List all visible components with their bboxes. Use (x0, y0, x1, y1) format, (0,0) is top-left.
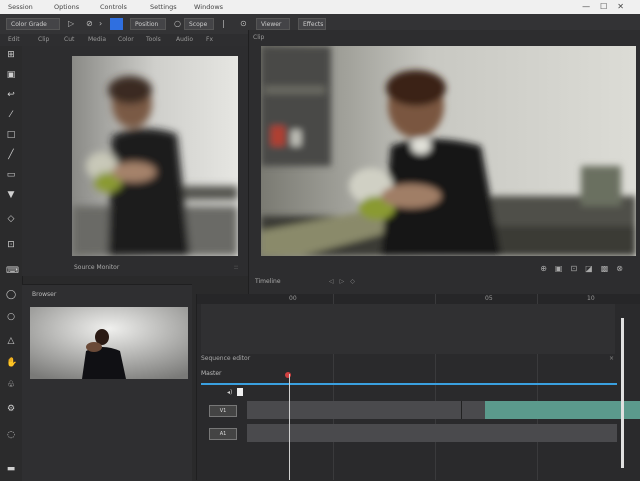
menu-controls[interactable]: Controls (100, 3, 127, 11)
source-frame-image (72, 56, 238, 256)
program-viewer-header: Clip (253, 34, 265, 41)
media-thumbnail[interactable] (30, 307, 188, 379)
pen-tool-icon[interactable]: ⁄ (6, 110, 16, 120)
viewer-button[interactable]: Viewer (256, 18, 290, 30)
sub-toolbar: Edit Clip Cut Media Color Tools Audio Fx (0, 34, 248, 46)
scope-button[interactable]: Scope (184, 18, 214, 30)
crop-tool-icon[interactable]: ▣ (6, 70, 16, 80)
program-controls: ◁▷◇ (329, 278, 361, 285)
ruler-tick: 05 (485, 295, 493, 302)
thumbnail-image (30, 307, 188, 379)
export-tool-icon[interactable]: ▬ (6, 464, 16, 474)
sequence-name: Master (201, 370, 222, 377)
subbar-item[interactable]: Media (88, 36, 106, 43)
audio-icon[interactable]: ◂) (227, 389, 232, 396)
window-controls[interactable]: —☐✕ (582, 2, 634, 11)
play-icon[interactable]: ▷ (68, 19, 74, 29)
fill-tool-icon[interactable]: ▼ (6, 190, 16, 200)
minimize-icon[interactable]: — (582, 2, 600, 11)
subbar-item[interactable]: Fx (206, 36, 213, 43)
video-track[interactable] (247, 401, 640, 419)
timeline-section-label: Sequence editor (201, 355, 251, 362)
position-button[interactable]: Position (130, 18, 166, 30)
subbar-item[interactable]: Cut (64, 36, 74, 43)
marker-icon[interactable]: ◇ (350, 278, 361, 285)
hand-tool-icon[interactable]: ✋ (6, 358, 17, 368)
circle-icon[interactable]: ○ (174, 19, 181, 29)
select-tool-icon[interactable]: ⊞ (6, 50, 16, 60)
media-browser-panel: Browser (22, 284, 192, 481)
overlay-icon[interactable]: ⊡ (570, 264, 585, 273)
keyboard-tool-icon[interactable]: ⌨ (6, 266, 19, 276)
subbar-item[interactable]: Tools (146, 36, 161, 43)
resize-handle-icon[interactable]: :: (234, 264, 238, 271)
arrow-icon[interactable]: › (99, 19, 102, 29)
timeline-panel: 00 05 10 Sequence editor × Master ◂) V1 … (196, 294, 640, 480)
brush-tool-icon[interactable]: ↩ (6, 90, 16, 100)
subbar-item[interactable]: Edit (8, 36, 20, 43)
audio-track-header[interactable]: A1 (209, 428, 237, 440)
triangle-tool-icon[interactable]: △ (6, 336, 16, 346)
effects-button[interactable]: Effects (298, 18, 326, 30)
circle-tool-icon[interactable]: ◯ (6, 290, 16, 300)
playhead[interactable] (289, 374, 290, 480)
mask-icon[interactable]: ◪ (585, 264, 601, 273)
marker-icon[interactable] (285, 372, 291, 378)
maximize-icon[interactable]: ☐ (600, 2, 617, 11)
rect-tool-icon[interactable]: ▭ (6, 170, 16, 180)
settings-icon[interactable]: ⊙ (240, 19, 247, 29)
ruler-tick: 00 (289, 295, 297, 302)
tool-sidebar: ⊞ ▣ ↩ ⁄ □ ╱ ▭ ▼ ◇ ⊡ ⌨ ◯ ○ △ ✋ ♧ ⚙ ◌ ▬ (0, 46, 23, 480)
source-video-frame[interactable] (72, 56, 238, 256)
program-frame-image (261, 46, 636, 256)
step-forward-icon[interactable]: ▷ (340, 278, 351, 285)
divider-icon: | (222, 19, 225, 28)
cut-line (461, 401, 462, 419)
menu-bar: Session Options Controls Settings Window… (0, 0, 640, 14)
media-browser-title: Browser (32, 291, 57, 298)
menu-windows[interactable]: Windows (194, 3, 223, 11)
menu-session[interactable]: Session (8, 3, 33, 11)
video-clip[interactable] (485, 401, 640, 419)
source-viewer-panel: Source Monitor :: (22, 46, 248, 276)
subbar-item[interactable]: Audio (176, 36, 193, 43)
work-area-bar[interactable] (201, 383, 617, 385)
audio-track[interactable] (247, 424, 617, 442)
stamp-tool-icon[interactable]: ♧ (6, 380, 16, 390)
viewer-tool-icons: ⊕▣⊡◪▩⊗ (540, 264, 631, 273)
zoom-tool-icon[interactable]: ◌ (6, 430, 16, 440)
timeline-overview[interactable] (201, 304, 615, 354)
vertical-scrollbar[interactable] (621, 318, 624, 468)
project-button[interactable]: Color Grade (6, 18, 60, 30)
step-back-icon[interactable]: ◁ (329, 278, 340, 285)
timeline-ruler[interactable]: 00 05 10 (197, 294, 640, 304)
menu-settings[interactable]: Settings (150, 3, 177, 11)
ruler-tick: 10 (587, 295, 595, 302)
target-icon[interactable]: ⊕ (540, 264, 555, 273)
subbar-item[interactable]: Clip (38, 36, 49, 43)
record-icon[interactable]: ⊘ (86, 19, 93, 29)
menu-options[interactable]: Options (54, 3, 79, 11)
program-viewer-label: Timeline (255, 278, 281, 285)
in-point-handle[interactable] (237, 388, 243, 396)
shape-tool-icon[interactable]: □ (6, 130, 16, 140)
color-icon[interactable]: ▩ (601, 264, 617, 273)
lasso-tool-icon[interactable]: ○ (6, 312, 16, 322)
text-tool-icon[interactable]: ⊡ (6, 240, 16, 250)
close-icon[interactable]: ✕ (617, 2, 634, 11)
video-track-header[interactable]: V1 (209, 405, 237, 417)
timeline-close-icon[interactable]: × (609, 355, 614, 362)
drop-tool-icon[interactable]: ◇ (6, 214, 16, 224)
line-tool-icon[interactable]: ╱ (6, 150, 16, 160)
gear-tool-icon[interactable]: ⚙ (6, 404, 16, 414)
program-video-frame[interactable] (261, 46, 636, 256)
source-viewer-label: Source Monitor (74, 264, 120, 271)
subbar-item[interactable]: Color (118, 36, 134, 43)
color-swatch-button[interactable] (110, 18, 123, 30)
program-viewer-panel: Clip ⊕▣⊡◪▩⊗ Timeline ◁▷◇ (248, 30, 640, 294)
camera-icon[interactable]: ▣ (555, 264, 571, 273)
fullscreen-icon[interactable]: ⊗ (616, 264, 631, 273)
